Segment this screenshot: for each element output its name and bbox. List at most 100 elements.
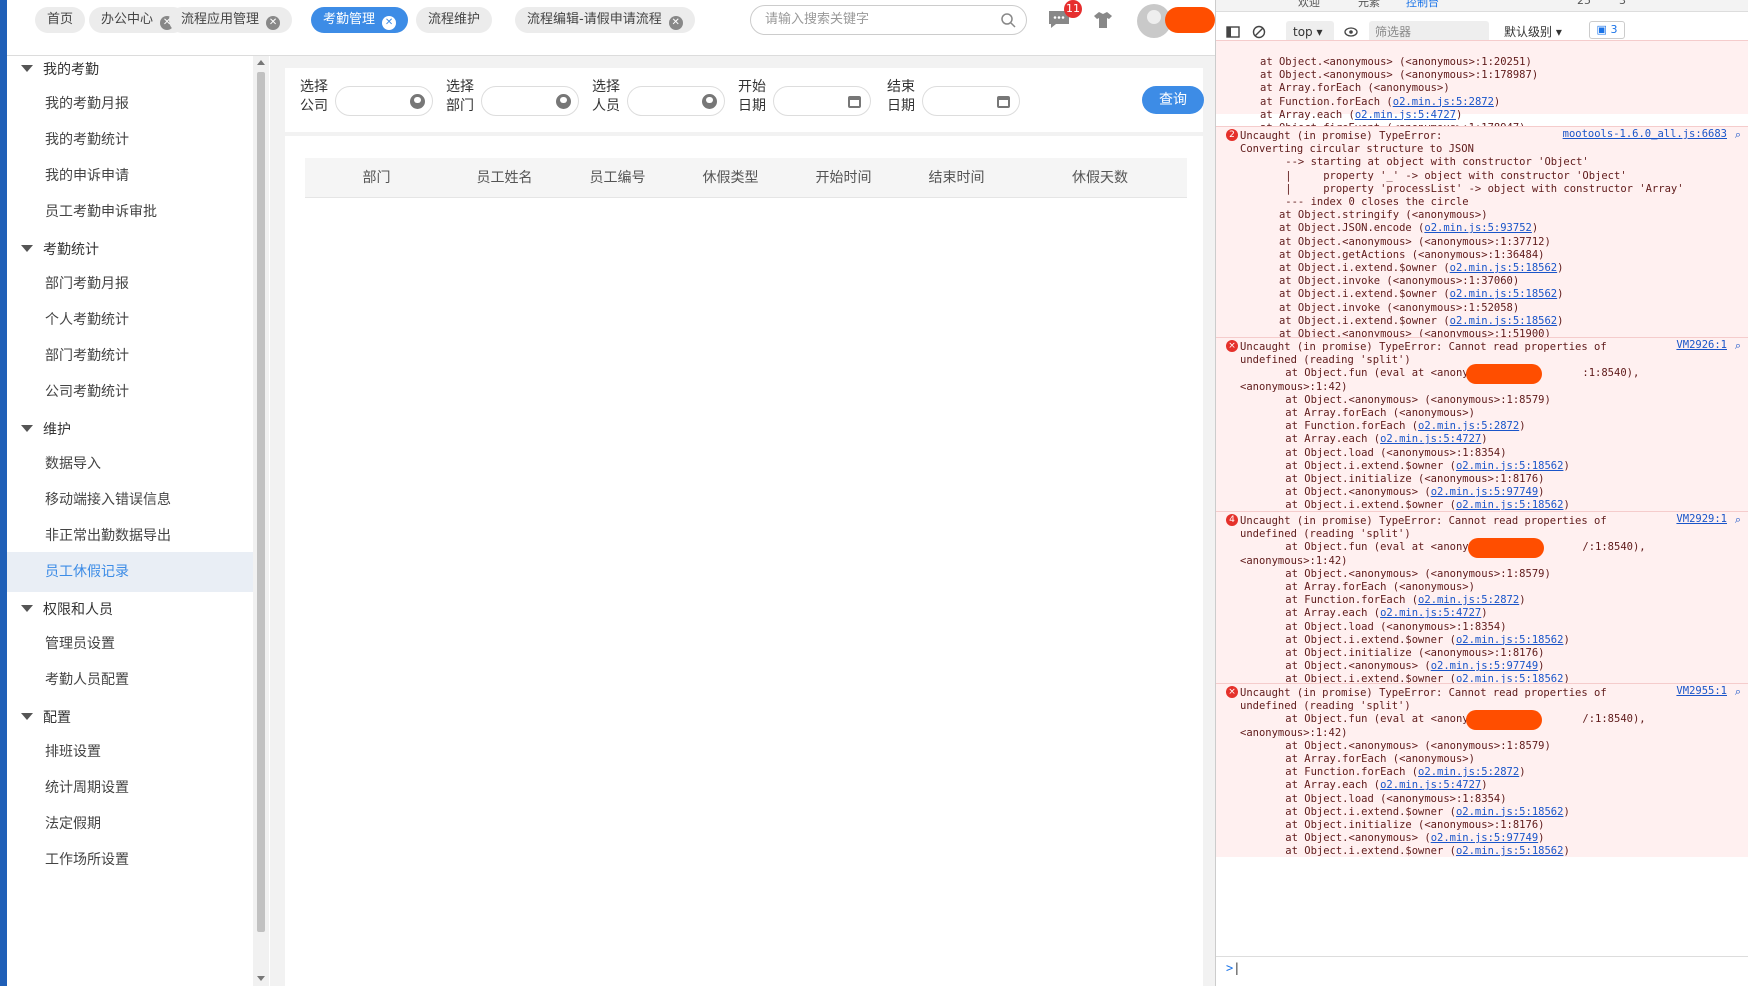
stack-link[interactable]: o2.min.js:5:18562 bbox=[1450, 315, 1557, 327]
sidebar-group-my-attendance[interactable]: 我的考勤 bbox=[21, 60, 99, 80]
label-text: 选择 公司 bbox=[300, 79, 328, 114]
stack-link[interactable]: o2.min.js:5:2872 bbox=[1393, 96, 1494, 108]
dropdown-arrow-icon: ▾ bbox=[1555, 25, 1562, 39]
person-select-input[interactable] bbox=[627, 86, 725, 116]
sidebar-toggle-icon[interactable] bbox=[1226, 25, 1240, 39]
tab-attendance-management[interactable]: 考勤管理 ✕ bbox=[311, 7, 409, 33]
source-link[interactable]: mootools-1.6.0_all.js:6683 bbox=[1563, 128, 1727, 140]
devtools-tab-console[interactable]: 控制台 bbox=[1406, 0, 1439, 10]
skin-icon[interactable] bbox=[1092, 9, 1114, 31]
close-icon[interactable]: ✕ bbox=[382, 16, 397, 30]
stack-link[interactable]: o2.min.js:5:18562 bbox=[1450, 288, 1557, 300]
sidebar-group-statistics[interactable]: 考勤统计 bbox=[21, 240, 99, 260]
calendar-icon[interactable] bbox=[997, 96, 1010, 108]
clear-console-icon[interactable] bbox=[1252, 25, 1266, 39]
column-header[interactable]: 开始时间 bbox=[787, 158, 900, 198]
sidebar-item-workplace-settings[interactable]: 工作场所设置 bbox=[7, 840, 259, 880]
scroll-up-arrow-icon[interactable] bbox=[257, 60, 265, 65]
filter-placeholder: 筛选器 bbox=[1375, 25, 1412, 39]
source-link[interactable]: VM2926:1 bbox=[1676, 339, 1727, 351]
search-icon[interactable]: ⌕ bbox=[1735, 513, 1741, 527]
person-icon[interactable] bbox=[556, 94, 571, 109]
error-count[interactable]: 25 bbox=[1577, 0, 1591, 7]
column-header[interactable]: 休假天数 bbox=[1013, 158, 1187, 198]
console-prompt[interactable]: >| bbox=[1216, 956, 1748, 986]
column-header[interactable]: 员工姓名 bbox=[448, 158, 561, 198]
eye-icon[interactable] bbox=[1344, 25, 1358, 39]
stack-link[interactable]: o2.min.js:5:2872 bbox=[1418, 420, 1519, 432]
sidebar-item-shift-settings[interactable]: 排班设置 bbox=[7, 732, 259, 772]
sidebar-item-my-monthly-report[interactable]: 我的考勤月报 bbox=[7, 84, 259, 124]
column-header[interactable]: 员工编号 bbox=[561, 158, 674, 198]
console-line: at Array.each (o2.min.js:5:4727) bbox=[1260, 779, 1488, 792]
sidebar-item-leave-records[interactable]: 员工休假记录 bbox=[7, 552, 259, 592]
person-icon[interactable] bbox=[410, 94, 425, 109]
start-date-input[interactable] bbox=[773, 86, 871, 116]
stack-link[interactable]: o2.min.js:5:97749 bbox=[1431, 660, 1538, 672]
console-line: at Array.forEach (<anonymous>) bbox=[1260, 753, 1475, 765]
tab-process-maintenance[interactable]: 流程维护 bbox=[416, 7, 493, 33]
sidebar-item-data-import[interactable]: 数据导入 bbox=[7, 444, 259, 484]
close-icon[interactable]: ✕ bbox=[266, 16, 281, 30]
search-icon[interactable]: ⌕ bbox=[1735, 685, 1741, 699]
triangle-down-icon bbox=[21, 605, 33, 612]
sidebar-item-mobile-errors[interactable]: 移动端接入错误信息 bbox=[7, 480, 259, 520]
sidebar-item-dept-monthly[interactable]: 部门考勤月报 bbox=[7, 264, 259, 304]
stack-link[interactable]: o2.min.js:5:18562 bbox=[1456, 806, 1563, 818]
warning-count[interactable]: 3 bbox=[1619, 0, 1626, 7]
sidebar-item-attendance-personnel[interactable]: 考勤人员配置 bbox=[7, 660, 259, 700]
company-select-input[interactable] bbox=[335, 86, 433, 116]
sidebar-group-maintenance[interactable]: 维护 bbox=[21, 420, 71, 440]
person-icon[interactable] bbox=[702, 94, 717, 109]
devtools-tab-elements[interactable]: 元素 bbox=[1358, 0, 1380, 10]
search-input[interactable]: 请输入搜索关键字 bbox=[750, 5, 1027, 35]
stack-link[interactable]: o2.min.js:5:4727 bbox=[1380, 779, 1481, 791]
stack-link[interactable]: o2.min.js:5:97749 bbox=[1431, 832, 1538, 844]
stack-link[interactable]: o2.min.js:5:18562 bbox=[1456, 634, 1563, 646]
sidebar-item-holidays[interactable]: 法定假期 bbox=[7, 804, 259, 844]
sidebar-item-abnormal-export[interactable]: 非正常出勤数据导出 bbox=[7, 516, 259, 556]
stack-link[interactable]: o2.min.js:5:18562 bbox=[1456, 499, 1563, 511]
sidebar-item-admin-settings[interactable]: 管理员设置 bbox=[7, 624, 259, 664]
source-link[interactable]: VM2929:1 bbox=[1676, 513, 1727, 525]
tab-home[interactable]: 首页 bbox=[35, 7, 86, 33]
stack-link[interactable]: o2.min.js:5:4727 bbox=[1355, 109, 1456, 121]
stack-link[interactable]: o2.min.js:5:4727 bbox=[1380, 607, 1481, 619]
sidebar-item-my-appeal[interactable]: 我的申诉申请 bbox=[7, 156, 259, 196]
dept-select-input[interactable] bbox=[481, 86, 579, 116]
stack-link[interactable]: o2.min.js:5:18562 bbox=[1450, 262, 1557, 274]
sidebar-item-period-settings[interactable]: 统计周期设置 bbox=[7, 768, 259, 808]
sidebar-item-company-stats[interactable]: 公司考勤统计 bbox=[7, 372, 259, 412]
stack-link[interactable]: o2.min.js:5:2872 bbox=[1418, 594, 1519, 606]
sidebar-item-my-statistics[interactable]: 我的考勤统计 bbox=[7, 120, 259, 160]
stack-link[interactable]: o2.min.js:5:4727 bbox=[1380, 433, 1481, 445]
search-icon[interactable]: ⌕ bbox=[1735, 339, 1741, 353]
stack-link[interactable]: o2.min.js:5:97749 bbox=[1431, 486, 1538, 498]
stack-link[interactable]: o2.min.js:5:2872 bbox=[1418, 766, 1519, 778]
search-icon[interactable] bbox=[1000, 12, 1016, 28]
tab-process-app-management[interactable]: 流程应用管理 ✕ bbox=[169, 7, 293, 33]
source-link[interactable]: VM2955:1 bbox=[1676, 685, 1727, 697]
end-date-input[interactable] bbox=[922, 86, 1020, 116]
issues-button[interactable]: ▣ 3 bbox=[1589, 21, 1625, 39]
stack-link[interactable]: o2.min.js:5:18562 bbox=[1456, 460, 1563, 472]
search-icon[interactable]: ⌕ bbox=[1735, 128, 1741, 142]
sidebar-item-appeal-approval[interactable]: 员工考勤申诉审批 bbox=[7, 192, 259, 232]
stack-link[interactable]: o2.min.js:5:18562 bbox=[1456, 845, 1563, 857]
tab-process-edit[interactable]: 流程编辑-请假申请流程 ✕ bbox=[515, 7, 695, 33]
scrollbar-thumb[interactable] bbox=[257, 72, 265, 932]
sidebar-group-config[interactable]: 配置 bbox=[21, 708, 71, 728]
calendar-icon[interactable] bbox=[848, 96, 861, 108]
column-header[interactable]: 休假类型 bbox=[674, 158, 787, 198]
sidebar-group-permissions[interactable]: 权限和人员 bbox=[21, 600, 113, 620]
column-header[interactable]: 部门 bbox=[305, 158, 448, 198]
scroll-down-arrow-icon[interactable] bbox=[257, 976, 265, 981]
column-header[interactable]: 结束时间 bbox=[900, 158, 1013, 198]
query-button[interactable]: 查询 bbox=[1142, 86, 1204, 114]
devtools-tab-welcome[interactable]: 欢迎 bbox=[1298, 0, 1320, 10]
close-icon[interactable]: ✕ bbox=[668, 16, 683, 30]
stack-link[interactable]: o2.min.js:5:93752 bbox=[1424, 222, 1531, 234]
sidebar-scrollbar[interactable] bbox=[253, 56, 269, 986]
sidebar-item-personal-stats[interactable]: 个人考勤统计 bbox=[7, 300, 259, 340]
sidebar-item-dept-stats[interactable]: 部门考勤统计 bbox=[7, 336, 259, 376]
